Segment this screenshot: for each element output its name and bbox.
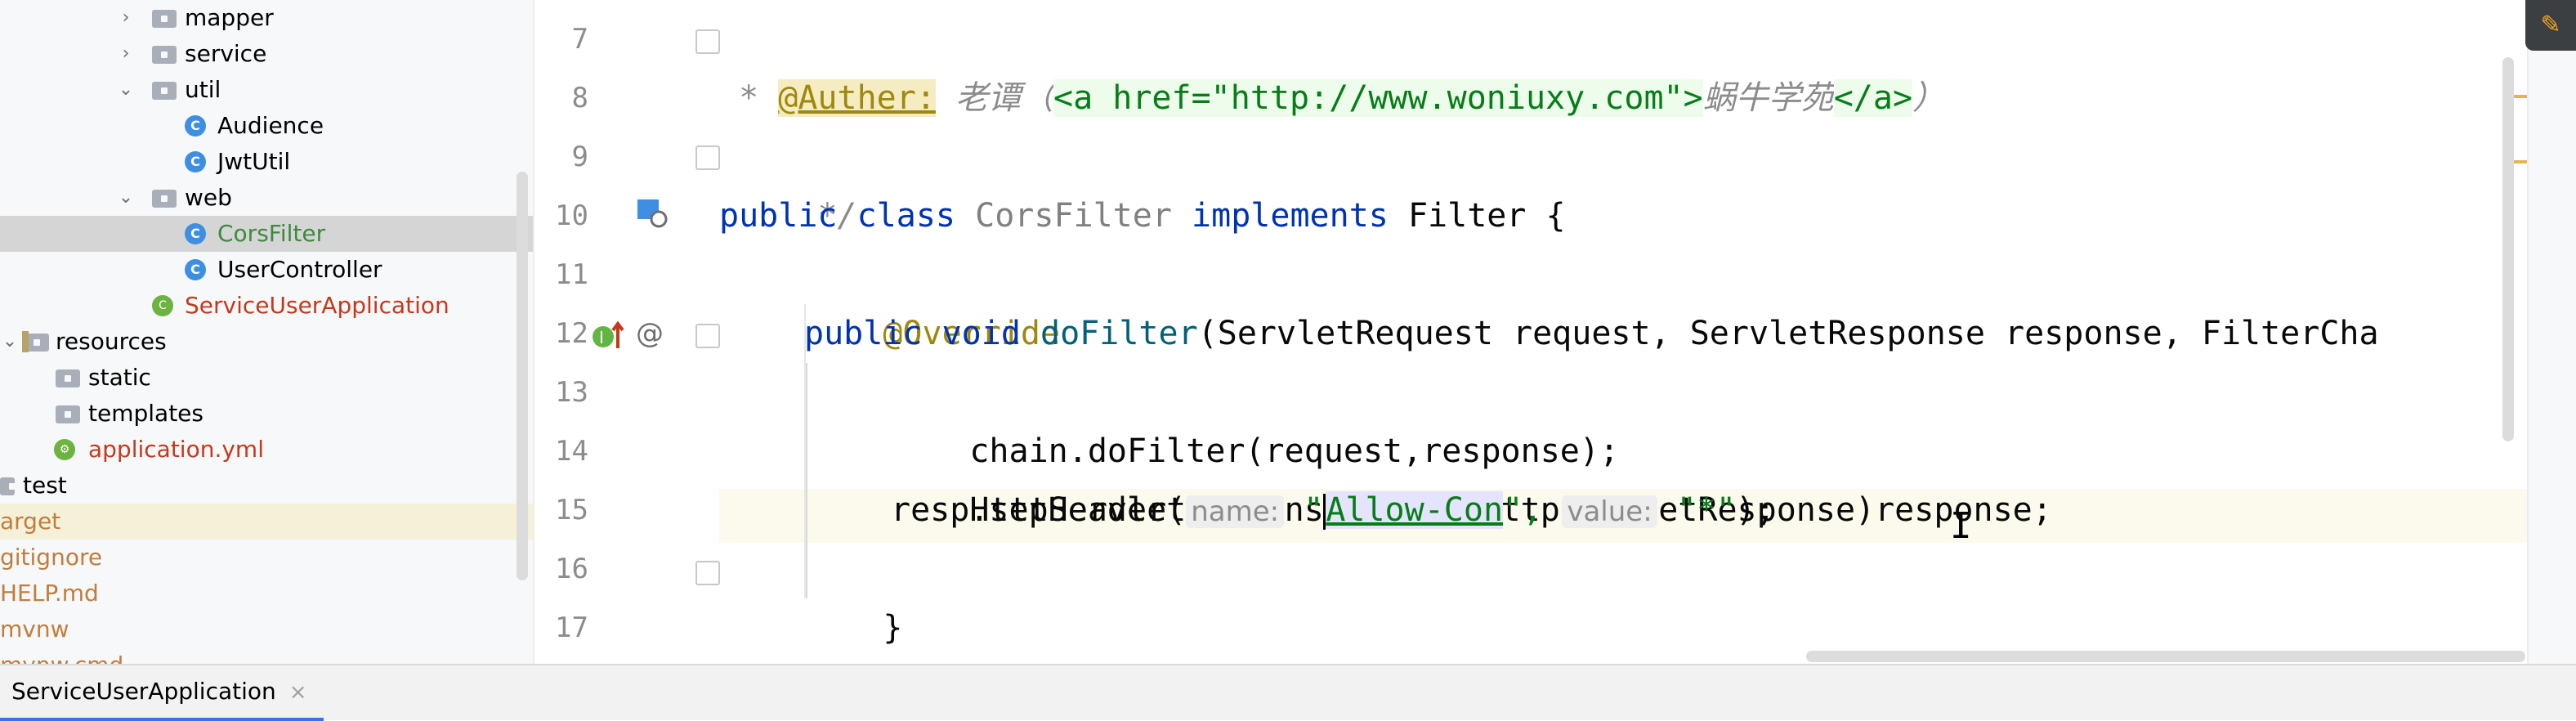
- tree-item-mvnw-cmd[interactable]: mvnw.cmd: [0, 647, 533, 664]
- code-line-11: @Override: [883, 315, 1061, 352]
- tree-item-usercontroller[interactable]: C UserController: [0, 252, 533, 288]
- run-tab-serviceuserapplication[interactable]: ServiceUserApplication ×: [0, 665, 324, 721]
- line-number: 16: [555, 553, 588, 585]
- code-line-14: HttpServletResponse resp=(HttpServletRes…: [969, 491, 2052, 529]
- class-icon: C: [185, 115, 206, 137]
- tree-item-audience[interactable]: C Audience: [0, 108, 533, 144]
- code-line-15: resp.setHeader(name: "Allow-Con", value:…: [891, 491, 1776, 530]
- line-number: 9: [571, 141, 588, 173]
- parameter-hint-name: name:: [1186, 495, 1285, 528]
- chevron-down-icon[interactable]: ⌄: [116, 72, 136, 108]
- editor-vertical-scrollbar[interactable]: [2502, 57, 2514, 441]
- folder-icon: [152, 82, 177, 100]
- folder-icon: [0, 477, 16, 495]
- implement-method-icon[interactable]: I: [590, 319, 628, 355]
- parameter-hint-value: value:: [1562, 495, 1657, 528]
- fold-marker-icon[interactable]: [695, 561, 720, 585]
- chevron-right-icon[interactable]: ›: [116, 0, 136, 36]
- line-number: 10: [555, 199, 588, 232]
- override-annotation-icon[interactable]: @: [636, 316, 664, 352]
- javadoc-tag: @Auther:: [778, 79, 936, 117]
- run-tool-window-bar: ServiceUserApplication ×: [0, 664, 2576, 721]
- line-number: 14: [555, 435, 588, 468]
- folder-icon: [152, 46, 177, 64]
- line-number: 13: [555, 376, 588, 409]
- code-line-8: * @Auther: 老谭（<a href="http://www.woniux…: [719, 79, 1946, 117]
- string-argument-header-name[interactable]: Allow-Con: [1326, 491, 1504, 529]
- tree-item-serviceuserapplication[interactable]: C ServiceUserApplication: [0, 288, 533, 324]
- class-icon: C: [185, 151, 206, 172]
- folder-icon: [152, 10, 177, 28]
- close-icon[interactable]: ×: [289, 680, 307, 705]
- line-number: 7: [571, 23, 588, 56]
- chevron-right-icon[interactable]: ›: [116, 36, 136, 72]
- tree-item-resources[interactable]: ⌄ resources: [0, 324, 533, 360]
- tree-item-target[interactable]: arget: [0, 504, 533, 540]
- code-line-13: chain.doFilter(request,response);: [969, 432, 1620, 470]
- folder-icon: [56, 369, 80, 387]
- mouse-ibeam-cursor-icon: I: [1950, 505, 1972, 547]
- resources-folder-icon: [22, 331, 49, 352]
- right-tool-stripe: [2527, 0, 2576, 664]
- tree-item-mapper[interactable]: › mapper: [0, 0, 533, 36]
- class-structure-icon[interactable]: [636, 196, 669, 229]
- tree-item-corsfilter[interactable]: C CorsFilter: [0, 216, 533, 252]
- tree-item-web[interactable]: ⌄ web: [0, 180, 533, 216]
- run-tab-label: ServiceUserApplication: [11, 678, 276, 705]
- tree-item-static[interactable]: static: [0, 360, 533, 396]
- tree-item-templates[interactable]: templates: [0, 396, 533, 432]
- tree-item-gitignore[interactable]: gitignore: [0, 540, 533, 575]
- line-number: 17: [555, 611, 588, 644]
- fold-marker-icon[interactable]: [695, 29, 720, 54]
- code-line-10: public class CorsFilter implements Filte…: [719, 197, 1566, 235]
- tree-item-application-yml[interactable]: ⚙ application.yml: [0, 432, 533, 468]
- code-line-17: }: [719, 598, 817, 657]
- tree-item-mvnw[interactable]: mvnw: [0, 611, 533, 647]
- line-number: 15: [555, 494, 588, 526]
- code-line-7: /**: [719, 10, 856, 117]
- class-icon: C: [185, 223, 206, 244]
- line-number: 12: [555, 317, 588, 350]
- code-line-12: public void doFilter(ServletRequest requ…: [804, 315, 2379, 352]
- code-editor[interactable]: /** * @Auther: 老谭（<a href="http://www.wo…: [719, 0, 2527, 664]
- tree-item-help-md[interactable]: HELP.md: [0, 575, 533, 611]
- tree-item-test[interactable]: test: [0, 468, 533, 504]
- folder-icon: [152, 190, 177, 208]
- editor-horizontal-scrollbar[interactable]: [1806, 651, 2525, 662]
- fold-marker-icon[interactable]: [695, 146, 720, 170]
- svg-text:I: I: [599, 328, 604, 347]
- tree-item-jwtutil[interactable]: C JwtUtil: [0, 144, 533, 180]
- code-line-16: }: [883, 609, 903, 647]
- chevron-down-icon[interactable]: ⌄: [116, 180, 136, 216]
- line-number: 11: [555, 258, 588, 291]
- spring-boot-icon: C: [152, 295, 173, 316]
- class-icon: C: [185, 259, 206, 280]
- line-number: 8: [571, 82, 588, 114]
- folder-icon: [56, 405, 80, 423]
- yml-config-icon: ⚙: [54, 439, 75, 460]
- chevron-down-icon[interactable]: ⌄: [0, 324, 20, 360]
- tree-item-util[interactable]: ⌄ util: [0, 72, 533, 108]
- tree-item-service[interactable]: › service: [0, 36, 533, 72]
- project-tree-panel: › mapper › service ⌄ util C Audience C J…: [0, 0, 534, 664]
- project-panel-scrollbar[interactable]: [517, 172, 528, 580]
- code-line-9: */: [798, 197, 857, 235]
- fold-marker-icon[interactable]: [695, 324, 720, 348]
- notifications-icon[interactable]: ✎: [2525, 0, 2576, 51]
